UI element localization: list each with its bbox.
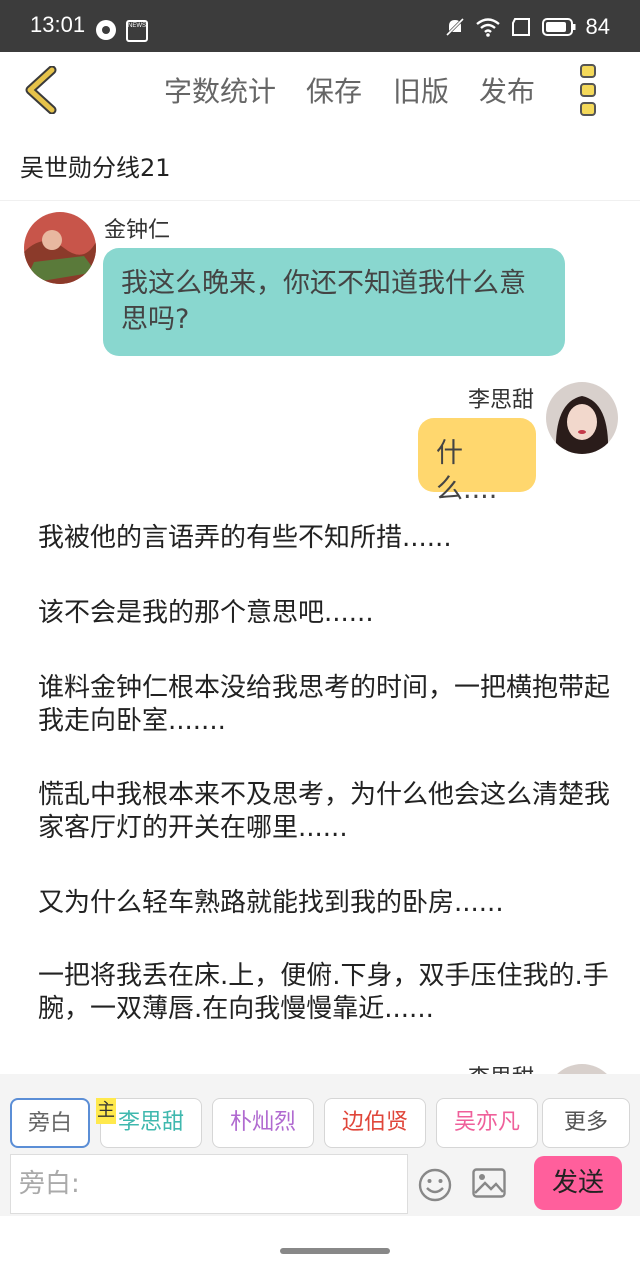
story-title[interactable]: 吴世勋分线21 [20, 148, 171, 183]
send-button[interactable]: 发送 [534, 1156, 622, 1210]
status-time: 13:01 [30, 12, 86, 37]
narration-text[interactable]: 慌乱中我根本来不及思考，为什么他会这么清楚我家客厅灯的开关在哪里...... [38, 779, 618, 845]
message-bubble[interactable]: 什么.... [418, 418, 536, 505]
role-tab-park-chanyeol[interactable]: 朴灿烈 [212, 1098, 314, 1148]
speaker-name: 金钟仁 [104, 218, 171, 243]
role-tab-byun-baekhyun[interactable]: 边伯贤 [324, 1098, 426, 1148]
role-tab-wu-yifan[interactable]: 吴亦凡 [436, 1098, 538, 1148]
message-input[interactable] [11, 1155, 407, 1213]
avatar-li-sitian[interactable] [546, 382, 618, 454]
battery-level: 84 [585, 14, 610, 39]
role-tab-more[interactable]: 更多 [542, 1098, 630, 1148]
image-icon[interactable] [472, 1168, 506, 1198]
news-icon: NEWS [126, 20, 148, 42]
narration-text[interactable]: 该不会是我的那个意思吧...... [38, 597, 618, 630]
message-bubble[interactable]: 我这么晚来，你还不知道我什么意思吗? [103, 248, 565, 356]
divider [0, 200, 640, 201]
message-input-box [10, 1154, 408, 1214]
battery-icon [541, 18, 576, 36]
narration-text[interactable]: 又为什么轻车熟路就能找到我的卧房...... [38, 887, 618, 920]
speaker-name: 李思甜 [468, 388, 535, 413]
old-version-button[interactable]: 旧版 [393, 70, 449, 110]
more-menu-icon[interactable] [578, 62, 600, 120]
mute-icon [445, 17, 464, 37]
status-bar: 13:01 NEWS 84 [0, 0, 640, 52]
sim-icon [511, 18, 530, 36]
word-count-button[interactable]: 字数统计 [164, 70, 276, 110]
role-tab-narration[interactable]: 旁白 [10, 1098, 90, 1148]
status-icons: 84 [444, 14, 610, 40]
save-button[interactable]: 保存 [306, 70, 362, 110]
narration-text[interactable]: 一把将我丢在床.上，便俯.下身，双手压住我的.手腕，一双薄唇.在向我慢慢靠近..… [38, 960, 618, 1026]
notification-app-icon [96, 20, 116, 40]
narration-text[interactable]: 谁料金钟仁根本没给我思考的时间，一把横抱带起我走向卧室....... [38, 672, 618, 738]
publish-button[interactable]: 发布 [479, 70, 535, 110]
wifi-icon [475, 18, 500, 37]
back-arrow-icon[interactable] [22, 66, 62, 114]
home-indicator[interactable] [280, 1248, 390, 1254]
editor-toolbar: 字数统计 保存 旧版 发布 [0, 52, 640, 128]
main-character-badge: 主 [96, 1098, 116, 1124]
narration-text[interactable]: 我被他的言语弄的有些不知所措...... [38, 522, 618, 555]
emoji-icon[interactable] [418, 1168, 452, 1202]
avatar-jin-zhongren[interactable] [24, 212, 96, 284]
